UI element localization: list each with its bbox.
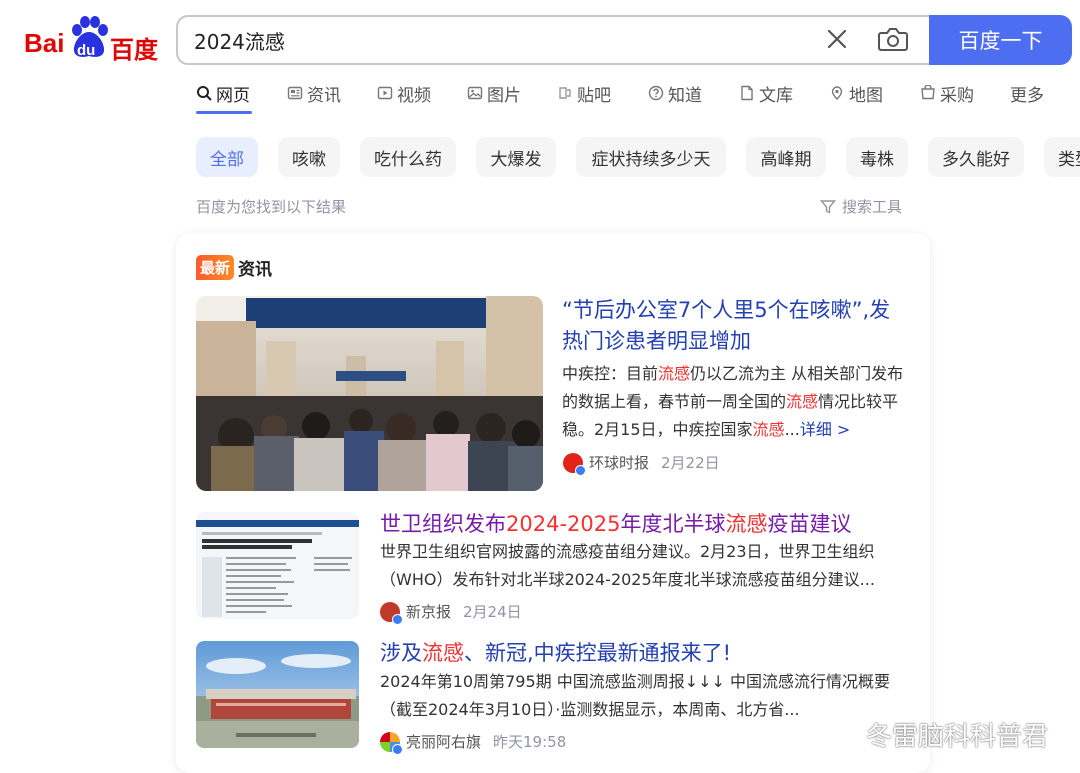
tieba-icon xyxy=(559,87,571,99)
cart-icon xyxy=(921,85,935,100)
source-logo-icon xyxy=(380,601,403,625)
document-icon xyxy=(741,85,753,101)
tab-label: 采购 xyxy=(940,85,974,106)
title-text: 年度北半球 xyxy=(620,512,726,536)
tab-images[interactable]: 图片 xyxy=(467,80,521,106)
watermark-text: 冬雷脑科科普君 xyxy=(866,722,1049,752)
news-title-line: “节后办公室7个人里5个在咳嗽”,发 xyxy=(562,298,891,322)
title-text: 涉及 xyxy=(380,641,422,665)
search-tools-button[interactable]: 搜索工具 xyxy=(820,196,902,217)
details-link[interactable]: 详细 > xyxy=(800,420,851,439)
badge-new: 最新 xyxy=(196,254,235,280)
snippet-line: 2024年第10周第795期 中国流感监测周报↓↓↓ 中国流感流行情况概要 xyxy=(380,672,891,691)
chip-strain[interactable]: 毒株 xyxy=(846,137,908,177)
news-thumbnail-building[interactable] xyxy=(196,641,359,748)
map-icon xyxy=(831,86,843,100)
snippet-text: ... xyxy=(784,420,800,439)
filter-icon xyxy=(820,199,836,214)
active-tab-indicator xyxy=(196,111,252,114)
tab-purchase[interactable]: 采购 xyxy=(920,80,974,106)
tab-more[interactable]: 更多 xyxy=(1010,80,1044,106)
search-input[interactable] xyxy=(194,27,794,53)
news-title[interactable]: 世卫组织发布2024-2025年度北半球流感疫苗建议 xyxy=(380,509,920,540)
source-name: 亮丽阿右旗 xyxy=(406,733,482,751)
source-logo-icon xyxy=(563,452,586,476)
news-title[interactable]: “节后办公室7个人里5个在咳嗽”,发 热门诊患者明显增加 xyxy=(562,295,917,357)
tab-label: 地图 xyxy=(849,85,883,106)
news-snippet: 世界卫生组织官网披露的流感疫苗组分建议。2月23日，世界卫生组织 （WHO）发布… xyxy=(380,538,920,594)
tab-label: 资讯 xyxy=(307,85,341,106)
snippet-text: 仍以乙流为主 从相关部门发 xyxy=(690,364,888,383)
weibo-icon xyxy=(821,722,857,749)
tab-news[interactable]: 资讯 xyxy=(287,80,341,106)
logo-text-baidu: 百度 xyxy=(110,37,158,64)
news-thumbnail-airport[interactable] xyxy=(196,296,543,491)
search-tools-label: 搜索工具 xyxy=(842,198,903,216)
title-text: 疫苗建议 xyxy=(767,512,852,536)
search-button[interactable]: 百度一下 xyxy=(929,15,1072,65)
snippet-text: 情况比 xyxy=(818,392,867,411)
logo-text-du: du xyxy=(77,42,96,59)
chip-symptom-duration[interactable]: 症状持续多少天 xyxy=(576,137,726,177)
source-name: 环球时报 xyxy=(589,454,650,472)
tab-zhidao[interactable]: 知道 xyxy=(648,80,702,106)
title-highlight: 流感 xyxy=(422,641,464,665)
news-date: 2月22日 xyxy=(661,454,720,472)
title-highlight: 2024-2025 xyxy=(506,512,621,536)
logo-text-bai: Bai xyxy=(24,28,65,58)
tab-label: 贴吧 xyxy=(577,85,611,106)
result-hint: 百度为您找到以下结果 xyxy=(196,198,347,216)
badge-label: 资讯 xyxy=(238,259,273,280)
snippet-highlight: 流感 xyxy=(658,364,691,383)
news-date: 2月24日 xyxy=(463,603,522,621)
tab-label: 知道 xyxy=(668,85,702,106)
tab-map[interactable]: 地图 xyxy=(829,80,883,106)
tab-label: 视频 xyxy=(397,85,431,106)
tab-wenku[interactable]: 文库 xyxy=(739,80,793,106)
tab-tieba[interactable]: 贴吧 xyxy=(557,80,611,106)
watermark: 冬雷脑科科普君 xyxy=(820,716,1048,753)
title-highlight: 流感 xyxy=(725,512,768,536)
search-icon xyxy=(197,86,212,101)
source-logo-icon xyxy=(380,731,403,755)
news-date: 昨天19:58 xyxy=(493,733,567,751)
tab-label: 更多 xyxy=(1010,85,1044,106)
question-icon xyxy=(648,85,664,101)
chip-recovery[interactable]: 多久能好 xyxy=(928,137,1024,177)
tab-label: 图片 xyxy=(487,85,521,106)
snippet-highlight: 流感 xyxy=(786,392,819,411)
snippet-line: （WHO）发布针对北半球2024-2025年度北半球流感疫苗组分建议... xyxy=(380,570,875,589)
news-source[interactable]: 亮丽阿右旗 昨天19:58 xyxy=(380,731,567,755)
search-box xyxy=(176,15,932,65)
snippet-text: 中疾控：目前 xyxy=(562,364,659,383)
tab-video[interactable]: 视频 xyxy=(377,80,431,106)
clear-icon[interactable] xyxy=(822,24,852,54)
tab-label: 文库 xyxy=(759,85,793,106)
chip-medicine[interactable]: 吃什么药 xyxy=(360,137,456,177)
title-text: 世卫组织发布 xyxy=(380,512,506,536)
chip-all[interactable]: 全部 xyxy=(196,137,258,177)
title-text: 、新冠,中疾控最新通报来了! xyxy=(464,641,732,665)
camera-icon[interactable] xyxy=(876,24,910,54)
news-title-line: 热门诊患者明显增加 xyxy=(562,329,751,353)
chip-peak[interactable]: 高峰期 xyxy=(746,137,826,177)
chip-type[interactable]: 类型 xyxy=(1044,137,1080,177)
snippet-highlight: 流感 xyxy=(752,420,785,439)
source-name: 新京报 xyxy=(406,603,452,621)
snippet-line: 世界卫生组织官网披露的流感疫苗组分建议。2月23日，世界卫生组织 xyxy=(380,542,875,561)
chip-outbreak[interactable]: 大爆发 xyxy=(476,137,556,177)
news-snippet: 中疾控：目前流感仍以乙流为主 从相关部门发布的数据上看，春节前一周全国的流感情况… xyxy=(562,360,912,444)
baidu-logo[interactable]: Bai du 百度 xyxy=(22,16,158,66)
news-source[interactable]: 新京报 2月24日 xyxy=(380,601,522,625)
news-thumbnail-who-doc[interactable] xyxy=(196,512,359,619)
chip-cough[interactable]: 咳嗽 xyxy=(278,137,340,177)
news-title[interactable]: 涉及流感、新冠,中疾控最新通报来了! xyxy=(380,638,920,669)
tab-web[interactable]: 网页 xyxy=(196,80,250,106)
video-icon xyxy=(377,86,393,100)
news-source[interactable]: 环球时报 2月22日 xyxy=(563,452,720,476)
tab-label: 网页 xyxy=(216,85,250,106)
image-icon xyxy=(467,86,483,100)
news-icon xyxy=(287,86,303,100)
latest-news-badge: 最新 资讯 xyxy=(196,254,272,280)
